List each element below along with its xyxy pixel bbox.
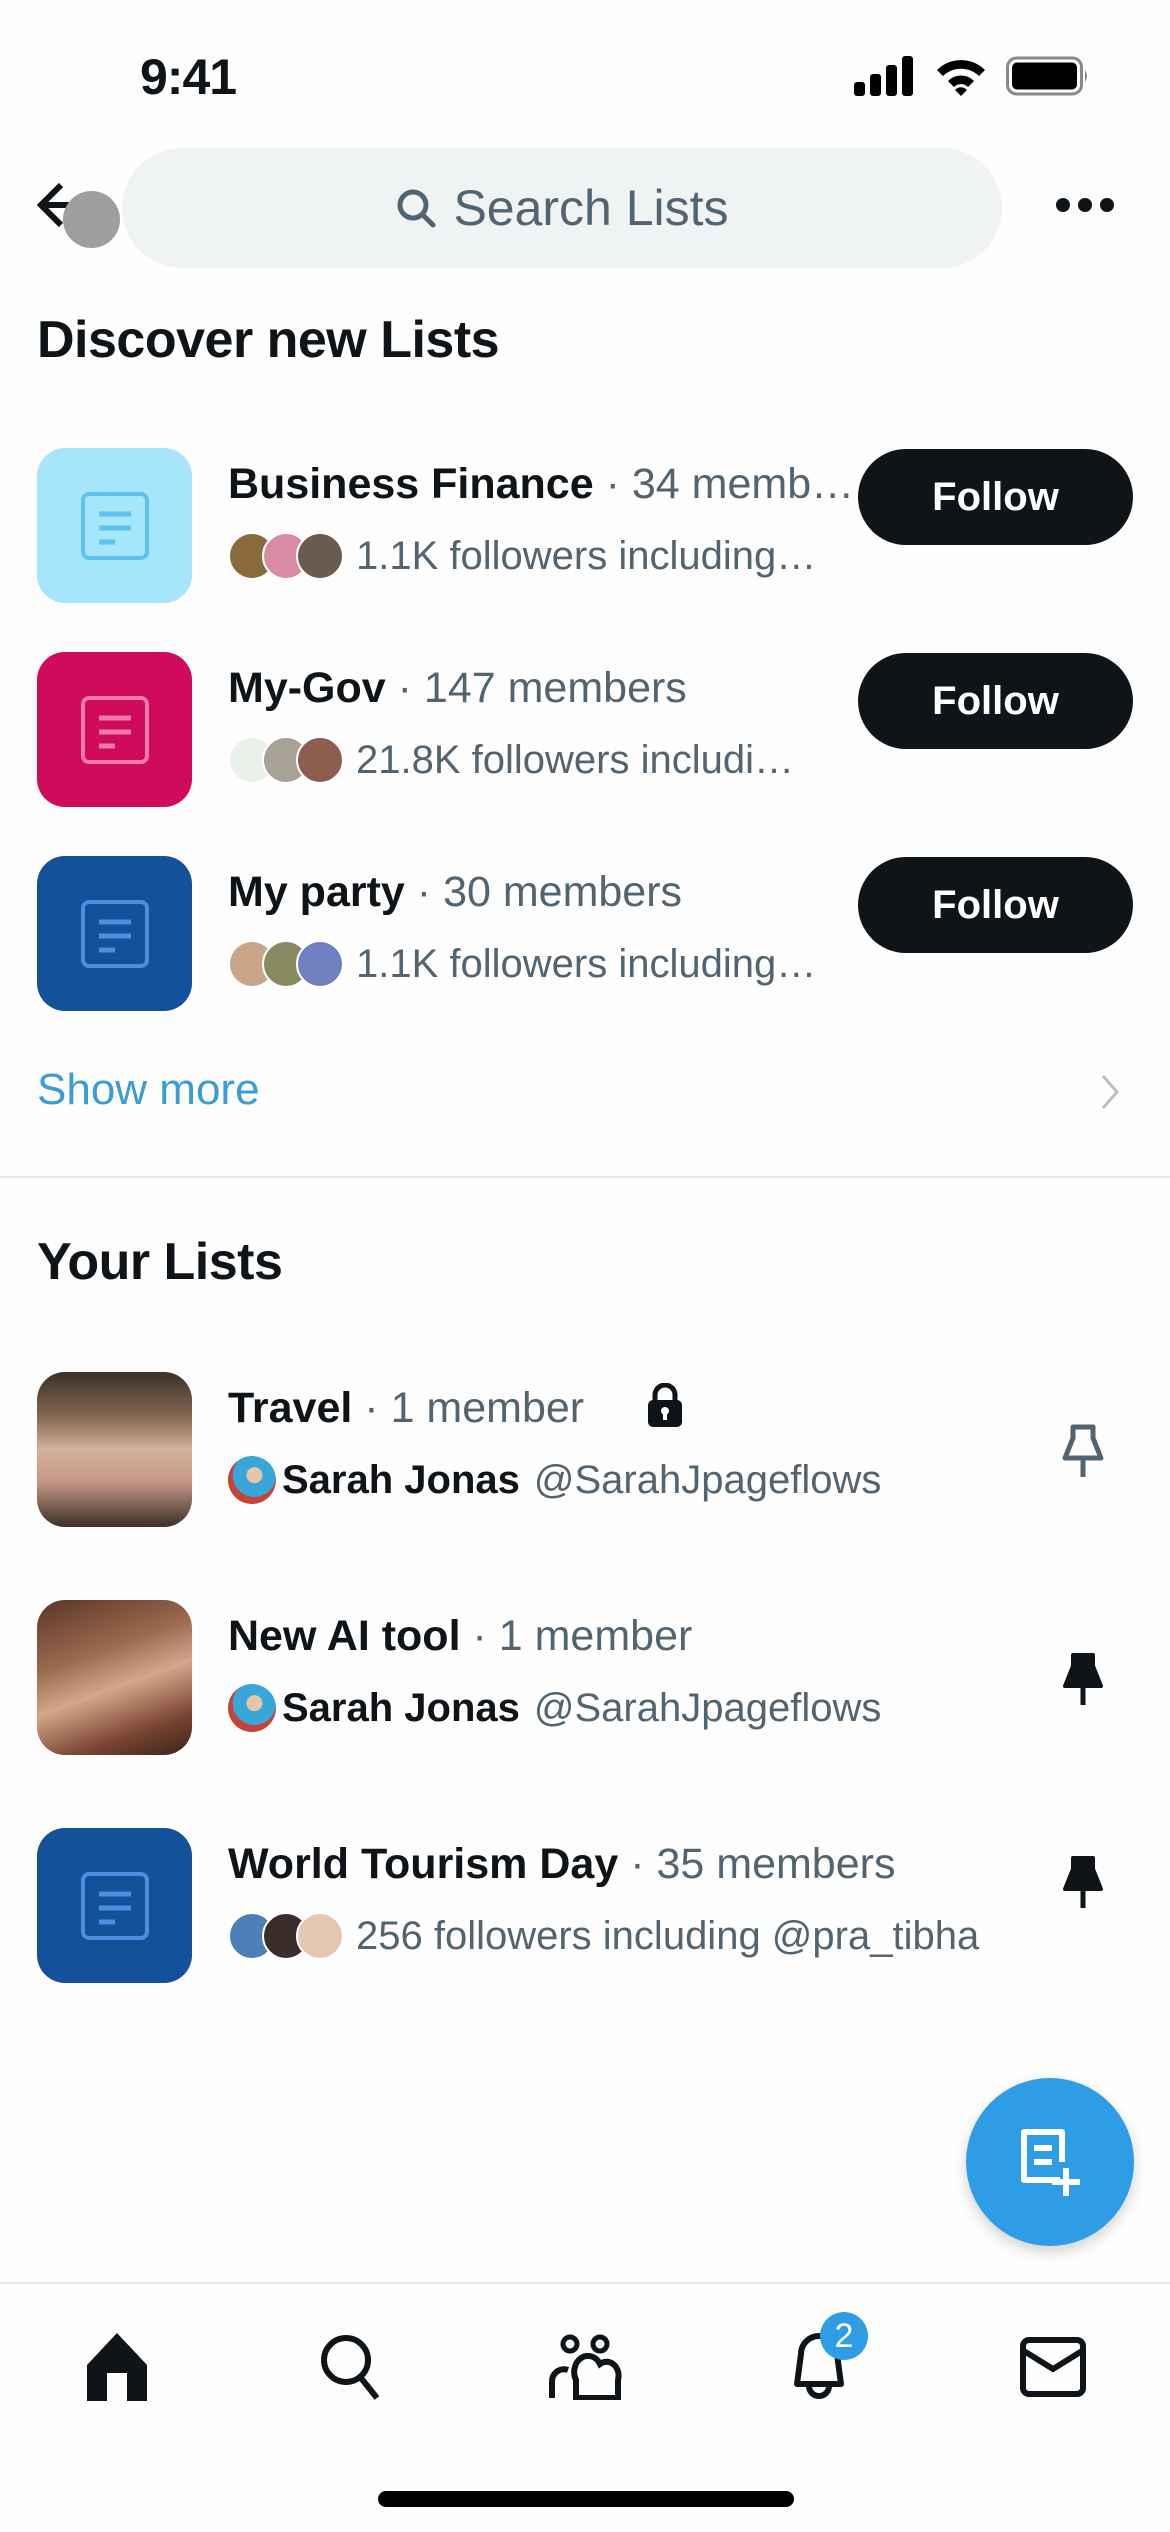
tab-search[interactable]	[306, 2322, 396, 2412]
list-name: New AI tool	[228, 1612, 461, 1660]
battery-icon	[1006, 56, 1087, 96]
tab-messages[interactable]	[1008, 2322, 1098, 2412]
communities-icon	[549, 2334, 622, 2400]
discover-list-item[interactable]: My party · 30 members 1.1K followers incl…	[0, 856, 1170, 1016]
tab-communities[interactable]	[540, 2322, 630, 2412]
search-icon	[321, 2335, 380, 2400]
list-member-count: 35 members	[656, 1840, 896, 1888]
list-cover-tile	[37, 1828, 192, 1983]
show-more-link[interactable]: Show more	[37, 1065, 260, 1115]
pin-button[interactable]	[1055, 1853, 1111, 1913]
list-name: My party	[228, 868, 405, 916]
touch-indicator	[63, 191, 120, 248]
home-indicator	[378, 2491, 794, 2507]
list-name: World Tourism Day	[228, 1840, 619, 1888]
list-icon	[80, 1871, 149, 1940]
lock-icon	[648, 1382, 683, 1427]
followers-text: 1.1K followers including…	[356, 941, 817, 986]
status-time: 9:41	[140, 49, 237, 105]
signal-icon	[854, 56, 913, 96]
your-lists-title: Your Lists	[37, 1233, 283, 1291]
list-cover-photo	[37, 1600, 192, 1755]
follower-avatars	[228, 940, 344, 988]
discover-list-item[interactable]: Business Finance · 34 memb… 1.1K follower…	[0, 448, 1170, 608]
section-divider	[0, 1176, 1170, 1178]
pin-outline-icon	[1062, 1424, 1104, 1477]
search-icon	[397, 189, 436, 228]
owner-avatar	[228, 1456, 276, 1504]
owner-avatar	[228, 1684, 276, 1732]
follow-button[interactable]: Follow	[858, 449, 1133, 545]
more-options-button[interactable]	[1050, 185, 1120, 225]
follower-avatars	[228, 532, 344, 580]
list-icon	[80, 695, 149, 764]
create-list-button[interactable]	[966, 2078, 1134, 2246]
list-item-travel[interactable]: Travel · 1 member Sarah Jonas @SarahJpag…	[0, 1372, 1170, 1532]
dot-icon	[1100, 198, 1114, 212]
follower-avatars	[228, 1912, 344, 1960]
list-cover-tile	[37, 448, 192, 603]
list-item-world-tourism-day[interactable]: World Tourism Day · 35 members 256 follo…	[0, 1828, 1170, 1988]
new-list-icon	[1021, 2129, 1080, 2196]
status-icons	[854, 56, 1090, 96]
owner-name: Sarah Jonas	[282, 1457, 520, 1502]
list-cover-photo	[37, 1372, 192, 1527]
owner-handle: @SarahJpageflows	[533, 1685, 882, 1730]
follow-button[interactable]: Follow	[858, 857, 1133, 953]
list-name: My-Gov	[228, 664, 386, 712]
dot-icon	[1056, 198, 1070, 212]
list-cover-tile	[37, 652, 192, 807]
dot-icon	[1078, 198, 1092, 212]
follower-avatars	[228, 736, 344, 784]
list-member-count: 30 members	[443, 868, 683, 916]
list-member-count: 34 memb…	[631, 460, 855, 508]
list-member-count: 1 member	[498, 1612, 693, 1660]
tab-notifications[interactable]: 2	[774, 2312, 868, 2412]
list-name: Travel	[228, 1384, 353, 1432]
owner-handle: @SarahJpageflows	[533, 1457, 882, 1502]
search-input[interactable]: Search Lists	[122, 148, 1002, 268]
search-placeholder: Search Lists	[453, 180, 729, 236]
list-member-count: 147 members	[423, 664, 687, 712]
list-icon	[80, 899, 149, 968]
list-member-count: 1 member	[390, 1384, 585, 1432]
pin-button[interactable]	[1055, 1422, 1111, 1482]
follower-avatar	[296, 736, 344, 784]
wifi-icon	[937, 60, 985, 96]
notification-badge: 2	[820, 2312, 868, 2360]
list-item-new-ai-tool[interactable]: New AI tool · 1 member Sarah Jonas @Sara…	[0, 1600, 1170, 1760]
pin-filled-icon	[1063, 1856, 1103, 1908]
followers-text: 256 followers including @pra_tibha	[356, 1913, 980, 1958]
list-icon	[80, 491, 149, 560]
follower-avatar	[296, 532, 344, 580]
discover-title: Discover new Lists	[37, 311, 500, 369]
list-cover-tile	[37, 856, 192, 1011]
home-icon	[87, 2333, 147, 2401]
follower-avatar	[296, 1912, 344, 1960]
pin-button[interactable]	[1055, 1650, 1111, 1710]
discover-list-item[interactable]: My-Gov · 147 members 21.8K followers incl…	[0, 652, 1170, 812]
follow-button[interactable]: Follow	[858, 653, 1133, 749]
follower-avatar	[296, 940, 344, 988]
followers-text: 1.1K followers including…	[356, 533, 817, 578]
followers-text: 21.8K followers includi…	[356, 737, 794, 782]
tab-home[interactable]	[72, 2322, 162, 2412]
pin-filled-icon	[1063, 1653, 1103, 1705]
list-name: Business Finance	[228, 460, 594, 508]
chevron-right-icon[interactable]	[1100, 1073, 1120, 1111]
owner-name: Sarah Jonas	[282, 1685, 520, 1730]
envelope-icon	[1020, 2337, 1086, 2397]
